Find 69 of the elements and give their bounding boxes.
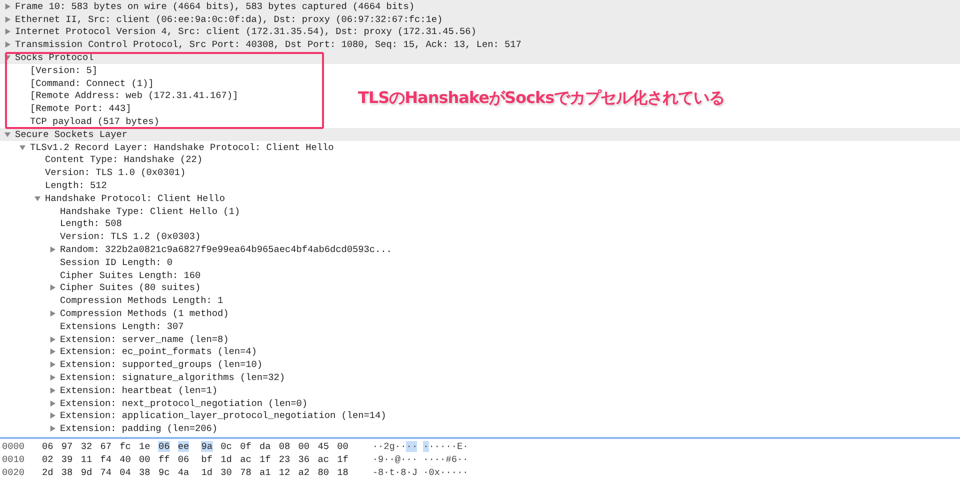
expanded-triangle-icon[interactable]	[4, 54, 11, 62]
expanded-triangle-icon[interactable]	[4, 130, 11, 138]
tree-item-label: [Command: Connect (1)]	[30, 78, 154, 89]
tree-item-label: Extension: application_layer_protocol_negotiation (len=14)	[60, 410, 386, 422]
tree-item-label: Socks Protocol	[15, 52, 94, 64]
tree-item-label: Cipher Suites (80 suites)	[60, 282, 201, 294]
hex-bytes: 06 97 32 67 fc 1e 06 ee 9a 0c 0f da 08 00 45 00	[42, 441, 348, 452]
tree-item-label: Handshake Type: Client Hello (1)	[60, 206, 240, 217]
tree-item-label: Extension: server_name (len=8)	[60, 334, 229, 345]
collapsed-triangle-icon[interactable]	[49, 336, 56, 343]
hex-bytes: 02 39 11 f4 40 00 ff 06 bf 1d ac 1f 23 36 ac 1f	[42, 454, 348, 465]
tree-item-label: Length: 508	[60, 218, 122, 230]
hex-offset: 0020	[1, 467, 26, 478]
collapsed-triangle-icon[interactable]	[49, 400, 56, 407]
collapsed-triangle-icon[interactable]	[49, 310, 56, 318]
collapsed-triangle-icon[interactable]	[4, 2, 11, 10]
tree-item-label: Internet Protocol Version 4, Src: client (172.31.35.54), Dst: proxy (172.31.45.56)	[15, 26, 476, 38]
tree-item-label: Handshake Protocol: Client Hello	[45, 192, 226, 204]
tree-item-label: TLSv1.2 Record Layer: Handshake Protocol: Client Hello	[30, 142, 334, 153]
tree-item-label: [Remote Address: web (172.31.41.167)]	[30, 90, 238, 102]
tree-item-label: Extension: supported_groups (len=10)	[60, 359, 263, 370]
hex-offset: 0010	[1, 454, 26, 465]
tree-item-label: Length: 512	[45, 180, 107, 192]
collapsed-triangle-icon[interactable]	[49, 386, 56, 394]
tree-item-label: Session ID Length: 0	[60, 256, 173, 268]
tree-item-label: Compression Methods (1 method)	[60, 308, 229, 320]
tree-row[interactable]: Transmission Control Protocol, Src Port: 40308, Dst Port: 1080, Seq: 15, Ack: 13, Len: 517	[0, 38, 960, 52]
ascii-text: -8·t·8·J ·0x·····	[372, 467, 468, 478]
tree-item-label: Version: TLS 1.0 (0x0301)	[45, 167, 186, 178]
collapsed-triangle-icon[interactable]	[49, 361, 56, 368]
tree-item-label: [Remote Port: 443]	[30, 103, 132, 114]
collapsed-triangle-icon[interactable]	[49, 284, 56, 292]
tree-row[interactable]: Frame 10: 583 bytes on wire (4664 bits), 583 bytes captured (4664 bits)	[0, 0, 960, 13]
tree-item-label: Cipher Suites Length: 160	[60, 270, 201, 281]
collapsed-triangle-icon[interactable]	[49, 425, 56, 432]
hex-offset: 0000	[1, 441, 26, 452]
tree-item-label: Frame 10: 583 bytes on wire (4664 bits), 583 bytes captured (4664 bits)	[15, 0, 414, 12]
tree-item-label: [Version: 5]	[30, 64, 98, 76]
expanded-triangle-icon[interactable]	[19, 144, 26, 151]
tree-item-label: Random: 322b2a0821c9a6827f9e99ea64b965aec4bf4ab6dcd0593c...	[60, 244, 392, 256]
tree-item-label: Extension: heartbeat (len=1)	[60, 384, 218, 396]
tree-item-label: Extension: padding (len=206)	[60, 423, 218, 434]
tree-row[interactable]: Ethernet II, Src: client (06:ee:9a:0c:0f:da), Dst: proxy (06:97:32:67:fc:1e)	[0, 12, 960, 26]
tree-item-label: Content Type: Handshake (22)	[45, 154, 203, 166]
ascii-text: ··2g···· ······E·	[372, 441, 468, 452]
collapsed-triangle-icon[interactable]	[49, 412, 56, 420]
tree-item-label: Version: TLS 1.2 (0x0303)	[60, 231, 201, 242]
tree-item-label: Transmission Control Protocol, Src Port: 40308, Dst Port: 1080, Seq: 15, Ack: 13, Len: 517	[15, 39, 522, 50]
expanded-triangle-icon[interactable]	[34, 194, 41, 202]
tree-row[interactable]: Internet Protocol Version 4, Src: client (172.31.35.54), Dst: proxy (172.31.45.56)	[0, 26, 960, 38]
tree-row[interactable]: Secure Sockets Layer	[0, 128, 960, 141]
hex-bytes: 2d 38 9d 74 04 38 9c 4a 1d 30 78 a1 12 a2 80 18	[42, 467, 348, 478]
annotation-text: TLSのHanshakeがSocksでカプセル化されている	[358, 88, 725, 109]
collapsed-triangle-icon[interactable]	[49, 374, 56, 381]
collapsed-triangle-icon[interactable]	[49, 246, 56, 254]
tree-item-label: TCP payload (517 bytes)	[30, 116, 160, 128]
collapsed-triangle-icon[interactable]	[49, 348, 56, 356]
collapsed-triangle-icon[interactable]	[4, 41, 11, 48]
tree-item-label: Extension: next_protocol_negotiation (len=0)	[60, 398, 308, 409]
tree-item-label: Compression Methods Length: 1	[60, 295, 224, 306]
collapsed-triangle-icon[interactable]	[4, 16, 11, 23]
tree-item-label: Extension: signature_algorithms (len=32)	[60, 372, 286, 383]
tree-item-label: Secure Sockets Layer	[15, 128, 128, 140]
tree-item-label: Ethernet II, Src: client (06:ee:9a:0c:0f:da), Dst: proxy (06:97:32:67:fc:1e)	[15, 14, 443, 25]
ascii-text: ·9··@··· ····#6··	[372, 454, 468, 465]
tree-row[interactable]: Socks Protocol	[0, 51, 960, 64]
collapsed-triangle-icon[interactable]	[4, 28, 11, 36]
tree-item-label: Extension: ec_point_formats (len=4)	[60, 346, 257, 358]
tree-item-label: Extensions Length: 307	[60, 320, 184, 332]
